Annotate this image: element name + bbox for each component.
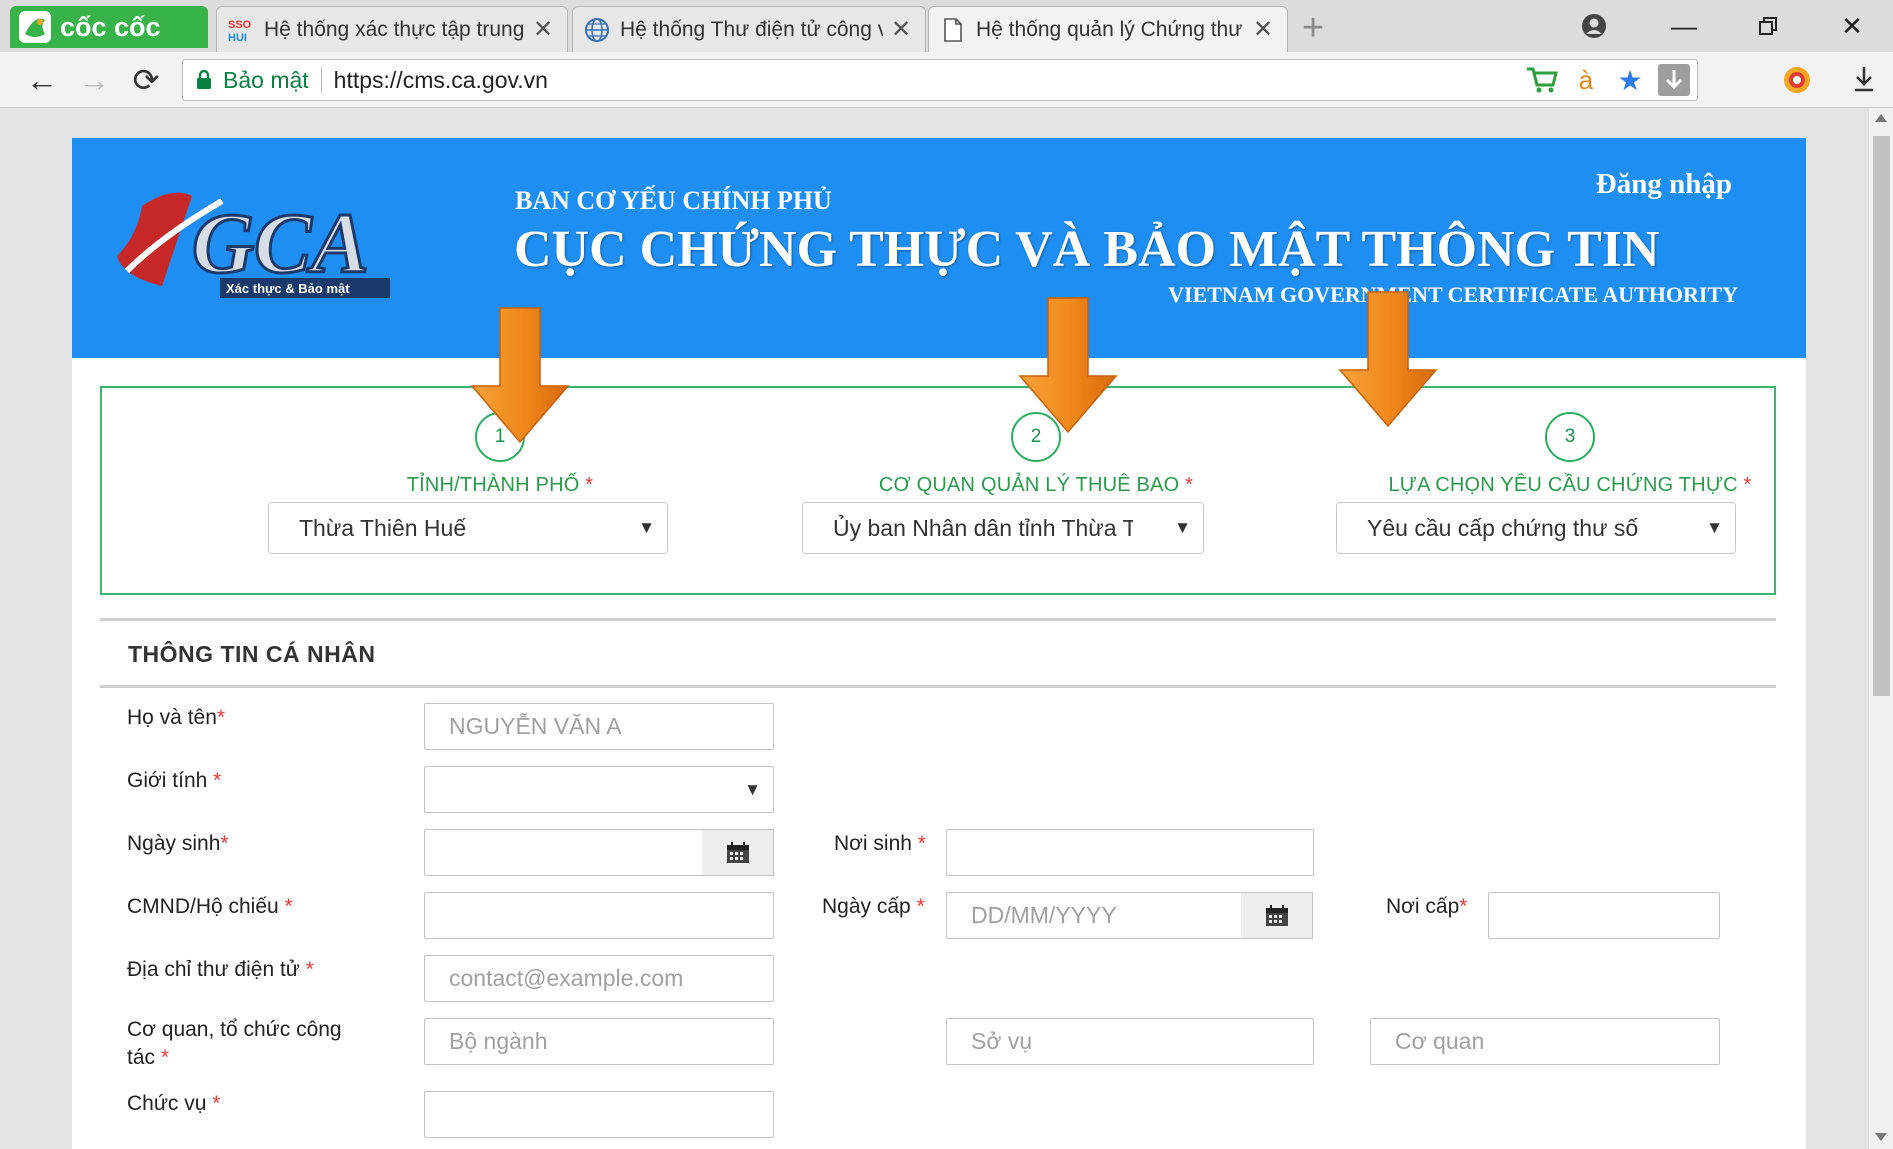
step-label: LỰA CHỌN YÊU CẦU CHỨNG THỰC * [1388, 474, 1752, 496]
dob-input[interactable] [424, 829, 703, 876]
email-input[interactable] [424, 955, 774, 1002]
new-tab-button[interactable]: + [1302, 8, 1324, 48]
security-indicator[interactable]: Bảo mật [183, 67, 309, 94]
id-number-label: CMND/Hộ chiếu * [127, 895, 293, 918]
forward-arrow-icon[interactable]: → [74, 60, 114, 100]
birthplace-input[interactable] [946, 829, 1314, 876]
back-arrow-icon[interactable]: ← [22, 60, 62, 100]
download-ext-icon[interactable] [1657, 63, 1691, 97]
scrollbar-thumb[interactable] [1873, 136, 1890, 696]
select-value: Yêu cầu cấp chứng thư số [1367, 514, 1639, 541]
close-window-button[interactable]: ✕ [1832, 8, 1872, 44]
agency-english-title: VIETNAM GOVERNMENT CERTIFICATE AUTHORITY [1168, 282, 1738, 307]
sso-hui-icon: SSO HUI [227, 16, 255, 44]
bookmark-star-icon[interactable]: ★ [1613, 63, 1647, 97]
section-title: THÔNG TIN CÁ NHÂN [128, 641, 376, 667]
gender-label: Giới tính * [127, 769, 222, 792]
organization-label: Cơ quan, tổ chức công tác * [127, 1018, 342, 1069]
email-label: Địa chỉ thư điện tử * [127, 958, 314, 981]
dob-label: Ngày sinh* [127, 832, 229, 855]
tab-email[interactable]: Hệ thống Thư điện tử công vụ ✕ [572, 6, 926, 52]
shopping-cart-icon[interactable] [1525, 63, 1559, 97]
browser-toolbar: ← → ⟳ Bảo mật https://cms.ca.gov.vn à ★ [0, 52, 1893, 108]
brand-label: cốc cốc [60, 11, 161, 42]
svg-text:HUI: HUI [228, 32, 247, 44]
reload-icon[interactable]: ⟳ [126, 60, 166, 100]
agency-title: CỤC CHỨNG THỰC VÀ BẢO MẬT THÔNG TIN [514, 221, 1660, 278]
address-bar[interactable]: Bảo mật https://cms.ca.gov.vn à ★ [182, 59, 1698, 101]
issue-place-input[interactable] [1488, 892, 1720, 939]
downloads-icon[interactable] [1844, 60, 1884, 100]
position-label: Chức vụ * [127, 1092, 221, 1115]
coccoc-brand-button[interactable]: cốc cốc [10, 6, 208, 48]
agency-input[interactable] [1370, 1018, 1720, 1065]
chevron-down-icon: ▼ [1174, 518, 1191, 537]
tab-certificate-management[interactable]: Hệ thống quản lý Chứng thư ✕ [928, 6, 1288, 52]
page-container: GCA Xác thực & Bảo mật BAN CƠ YẾU CHÍNH … [72, 138, 1806, 1149]
scroll-down-arrow-icon[interactable] [1875, 1133, 1887, 1141]
id-number-input[interactable] [424, 892, 774, 939]
browser-tab-strip: cốc cốc SSO HUI Hệ thống xác thực tập tru… [0, 0, 1893, 52]
gender-select[interactable]: ▼ [424, 766, 774, 813]
security-label: Bảo mật [223, 66, 309, 93]
issue-date-input[interactable] [946, 892, 1242, 939]
vertical-scrollbar[interactable] [1868, 108, 1893, 1149]
managing-agency-select[interactable]: Ủy ban Nhân dân tỉnh Thừa Thiên Huế ▼ [802, 502, 1204, 554]
chevron-down-icon: ▼ [638, 518, 655, 537]
svg-text:SSO: SSO [228, 19, 252, 31]
coccoc-logo-icon [19, 11, 51, 43]
restore-button[interactable] [1748, 8, 1788, 45]
tab-title: Hệ thống xác thực tập trung [264, 17, 525, 41]
fullname-input[interactable] [424, 703, 774, 750]
header-banner: GCA Xác thực & Bảo mật BAN CƠ YẾU CHÍNH … [72, 138, 1806, 358]
calendar-icon[interactable] [702, 829, 774, 876]
personal-info-section-header: THÔNG TIN CÁ NHÂN [100, 618, 1776, 688]
step-label: CƠ QUAN QUẢN LÝ THUÊ BAO * [878, 474, 1194, 496]
orange-down-arrow-icon [470, 307, 570, 444]
logo-tagline: Xác thực & Bảo mật [226, 281, 350, 296]
close-icon[interactable]: ✕ [1251, 15, 1275, 44]
step-number: 3 [1545, 412, 1595, 462]
birthplace-label: Nơi sinh * [834, 832, 926, 855]
savior-extension-icon[interactable] [1777, 60, 1817, 100]
request-type-select[interactable]: Yêu cầu cấp chứng thư số ▼ [1336, 502, 1736, 554]
globe-icon [583, 16, 611, 44]
issue-place-label: Nơi cấp* [1386, 895, 1468, 918]
scroll-up-arrow-icon[interactable] [1875, 114, 1887, 122]
close-icon[interactable]: ✕ [889, 15, 913, 44]
step-label: TỈNH/THÀNH PHỐ * [406, 474, 594, 496]
request-steps-panel: 1 TỈNH/THÀNH PHỐ * 2 CƠ QUAN QUẢN LÝ THU… [100, 386, 1776, 595]
lock-icon [197, 69, 211, 89]
agency-parent-title: BAN CƠ YẾU CHÍNH PHỦ [515, 186, 832, 215]
orange-down-arrow-icon [1338, 291, 1438, 428]
page-viewport: GCA Xác thực & Bảo mật BAN CƠ YẾU CHÍNH … [0, 108, 1868, 1149]
page-icon [939, 16, 967, 44]
vietnamese-input-icon[interactable]: à [1569, 63, 1603, 97]
omnibox-divider [320, 67, 322, 93]
chevron-down-icon: ▼ [1706, 518, 1723, 537]
profile-icon[interactable] [1574, 8, 1614, 48]
orange-down-arrow-icon [1018, 297, 1118, 434]
url-text[interactable]: https://cms.ca.gov.vn [334, 67, 548, 94]
chevron-down-icon: ▼ [744, 780, 761, 799]
vgca-logo[interactable]: GCA Xác thực & Bảo mật [102, 176, 432, 306]
fullname-label: Họ và tên* [127, 706, 226, 729]
tab-title: Hệ thống quản lý Chứng thư [976, 17, 1243, 41]
select-value: Thừa Thiên Huế [299, 514, 467, 541]
tab-sso[interactable]: SSO HUI Hệ thống xác thực tập trung ✕ [216, 6, 568, 52]
logo-wordmark: GCA [192, 195, 369, 291]
select-value: Ủy ban Nhân dân tỉnh Thừa Thiên Huế [833, 514, 1133, 541]
minimize-button[interactable]: — [1664, 8, 1704, 44]
department-input[interactable] [946, 1018, 1314, 1065]
ministry-input[interactable] [424, 1018, 774, 1065]
tab-title: Hệ thống Thư điện tử công vụ [620, 17, 883, 41]
close-icon[interactable]: ✕ [531, 15, 555, 44]
calendar-icon[interactable] [1241, 892, 1313, 939]
province-select[interactable]: Thừa Thiên Huế ▼ [268, 502, 668, 554]
login-link[interactable]: Đăng nhập [1596, 168, 1732, 201]
position-input[interactable] [424, 1091, 774, 1138]
issue-date-label: Ngày cấp * [822, 895, 925, 918]
